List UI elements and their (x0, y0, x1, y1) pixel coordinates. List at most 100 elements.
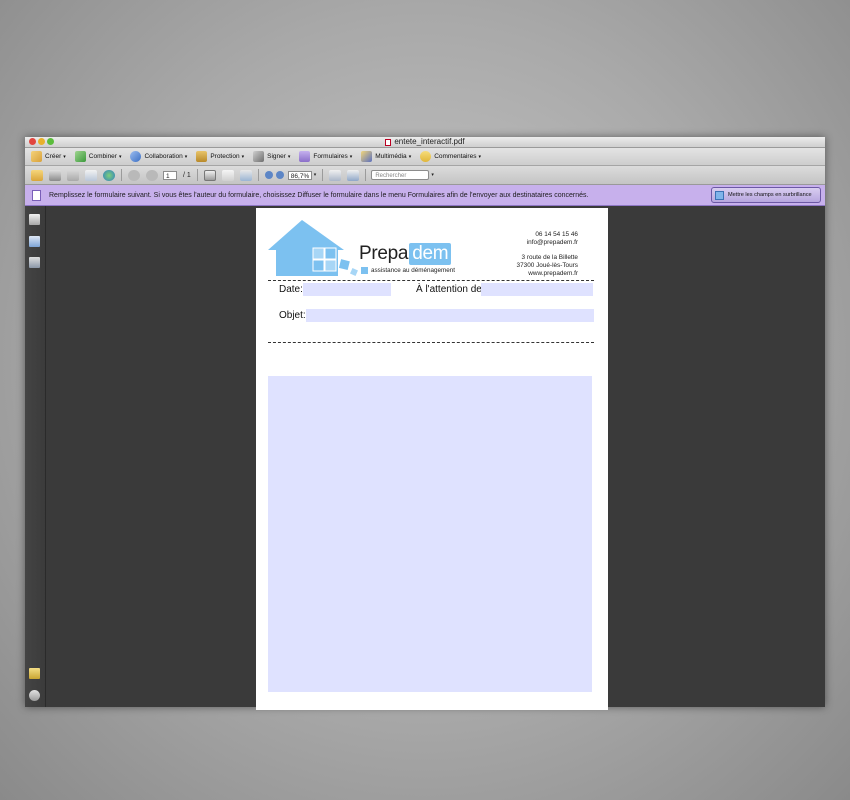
object-label: Objet: (279, 310, 306, 321)
toolbar-separator (257, 169, 259, 181)
close-window-button[interactable] (29, 138, 36, 145)
zoom-out-icon[interactable] (264, 171, 273, 179)
email-icon[interactable] (85, 169, 97, 181)
create-icon (31, 151, 42, 162)
house-logo-icon (268, 220, 358, 276)
contact-phone: 06 14 54 15 46 (535, 231, 578, 238)
menu-formulaires[interactable]: Formulaires ▾ (299, 151, 352, 162)
menu-label: Combiner (88, 153, 117, 160)
tagline-text: assistance au déménagement (371, 267, 456, 274)
highlight-fields-label: Mettre les champs en surbrillance (728, 192, 812, 198)
collaboration-icon (130, 151, 142, 162)
menu-creer[interactable]: Créer ▾ (31, 151, 66, 162)
menu-label: Multimédia (375, 153, 407, 160)
select-tool-icon[interactable] (203, 169, 216, 181)
marquee-zoom-icon[interactable] (239, 169, 252, 181)
pdf-page: Prepa dem assistance au déménagement 06 1… (256, 208, 608, 710)
menu-label: Collaboration (144, 153, 183, 160)
fit-page-icon[interactable] (329, 169, 342, 181)
menu-label: Protection (210, 153, 240, 160)
signatures-panel-icon[interactable] (29, 257, 40, 268)
form-document-icon (32, 189, 41, 201)
menu-protection[interactable]: Protection ▾ (196, 151, 244, 162)
highlight-fields-button[interactable]: Mettre les champs en surbrillance (711, 187, 821, 203)
bookmarks-panel-icon[interactable] (29, 236, 40, 247)
pen-icon (253, 151, 265, 162)
contact-email: info@prepadem.fr (526, 238, 578, 246)
zoom-level-input[interactable]: 86,7% (287, 170, 312, 180)
menu-signer[interactable]: Signer ▾ (253, 151, 290, 162)
date-field[interactable] (303, 283, 391, 296)
chevron-down-icon: ▾ (241, 153, 245, 160)
zoom-in-icon[interactable] (275, 171, 284, 179)
zoom-dropdown-icon[interactable]: ▾ (314, 172, 317, 178)
menu-label: Signer (267, 153, 286, 160)
print-icon[interactable] (49, 169, 61, 181)
chevron-down-icon: ▾ (478, 153, 481, 160)
date-label: Date: (279, 284, 303, 295)
globe-icon[interactable] (103, 169, 115, 181)
open-folder-icon[interactable] (31, 169, 43, 181)
pdf-file-icon (385, 138, 392, 146)
attention-field[interactable] (481, 283, 593, 296)
window-title: entete_interactif.pdf (394, 137, 465, 146)
contact-block: 06 14 54 15 46 info@prepadem.fr 3 route … (517, 231, 578, 277)
object-field[interactable] (306, 309, 594, 322)
chevron-down-icon: ▾ (184, 153, 188, 160)
toolbar-separator (121, 169, 122, 181)
body-divider (268, 342, 594, 343)
brand-highlight-text: dem (409, 243, 452, 265)
message-body-field[interactable] (268, 376, 592, 692)
page-number-input[interactable]: 1 (163, 170, 177, 180)
chevron-down-icon: ▾ (287, 153, 291, 160)
menu-label: Créer (45, 153, 62, 160)
save-icon[interactable] (67, 169, 79, 181)
chevron-down-icon: ▾ (118, 153, 122, 160)
combine-icon (74, 151, 86, 162)
menu-label: Commentaires (434, 153, 477, 160)
full-screen-icon[interactable] (347, 169, 360, 181)
window-controls (29, 138, 54, 145)
form-notice-text: Remplissez le formulaire suivant. Si vou… (49, 191, 589, 199)
form-notice-bar: Remplissez le formulaire suivant. Si vou… (25, 185, 825, 206)
brand-tagline: assistance au déménagement (361, 267, 455, 274)
chevron-down-icon: ▾ (63, 153, 66, 160)
navigation-toolbar: 1 / 1 86,7% ▾ Rechercher ▾ (25, 166, 825, 185)
next-page-icon[interactable] (146, 169, 158, 181)
contact-spacer (517, 246, 578, 254)
chevron-down-icon: ▾ (408, 153, 412, 160)
brand-name: Prepa dem (359, 243, 452, 265)
chevron-down-icon: ▾ (349, 153, 353, 160)
menu-combiner[interactable]: Combiner ▾ (74, 151, 122, 162)
contact-website: www.prepadem.fr (528, 269, 578, 277)
zoom-window-button[interactable] (47, 138, 54, 145)
attachments-panel-icon[interactable] (29, 690, 40, 701)
contact-address-line1: 3 route de la Billette (521, 254, 579, 262)
acrobat-window: entete_interactif.pdf Créer ▾ Combiner ▾ C… (25, 137, 825, 710)
search-dropdown-icon[interactable]: ▾ (431, 172, 434, 178)
toolbar-separator (365, 169, 367, 181)
tagline-square-icon (361, 267, 368, 274)
menu-commentaires[interactable]: Commentaires ▾ (420, 151, 481, 162)
title-bar: entete_interactif.pdf (25, 137, 825, 148)
multimedia-icon (361, 151, 373, 162)
forms-icon (299, 151, 311, 162)
navigation-pane (25, 206, 46, 707)
page-total: / 1 (183, 171, 191, 179)
hand-tool-icon[interactable] (221, 169, 234, 181)
comment-icon (420, 151, 432, 162)
minimize-window-button[interactable] (38, 138, 45, 145)
task-toolbar: Créer ▾ Combiner ▾ Collaboration ▾ Protecti… (25, 148, 825, 166)
header-divider (268, 280, 594, 281)
previous-page-icon[interactable] (128, 169, 140, 181)
toolbar-separator (322, 169, 324, 181)
menu-multimedia[interactable]: Multimédia ▾ (361, 151, 411, 162)
brand-main-text: Prepa (359, 243, 409, 264)
pages-panel-icon[interactable] (29, 214, 40, 225)
menu-collaboration[interactable]: Collaboration ▾ (130, 151, 187, 162)
search-input[interactable]: Rechercher (371, 170, 430, 180)
attention-label: À l'attention de: (416, 284, 485, 295)
menu-label: Formulaires (313, 153, 348, 160)
comments-panel-icon[interactable] (29, 668, 40, 679)
contact-address-line2: 37300 Joué-lès-Tours (516, 261, 578, 269)
